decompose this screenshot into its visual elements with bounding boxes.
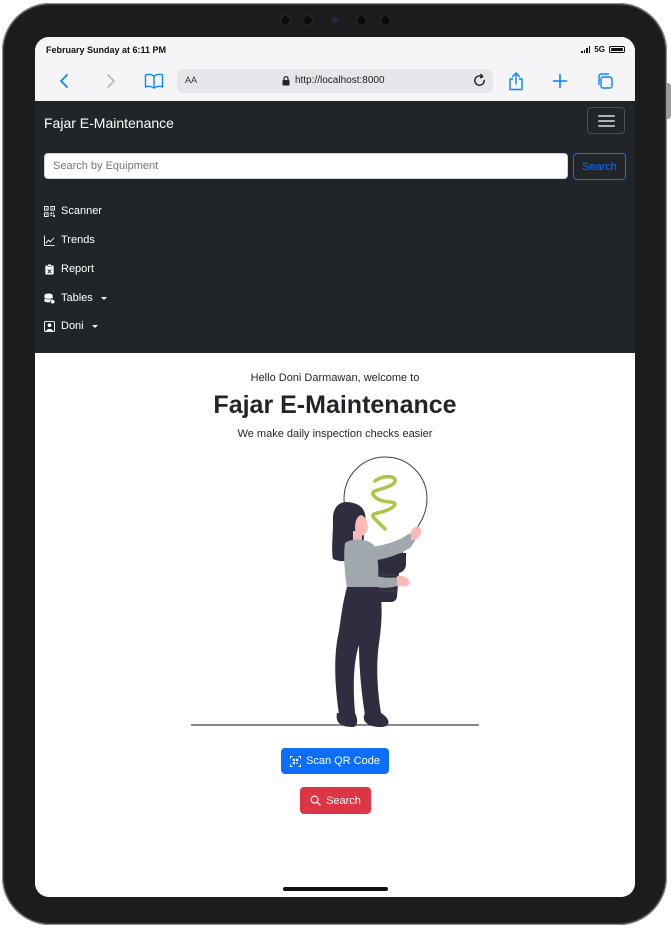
sensor-dot — [280, 15, 291, 26]
sensor-dot — [356, 15, 367, 26]
sensor-dot — [380, 15, 391, 26]
scan-qr-code-button[interactable]: Scan QR Code — [281, 748, 389, 774]
caret-down-icon — [100, 297, 107, 300]
reader-mode-button[interactable]: AA — [185, 75, 197, 85]
navbar-brand[interactable]: Fajar E-Maintenance — [44, 115, 174, 131]
button-label: Scan QR Code — [306, 755, 380, 767]
database-icon — [44, 292, 55, 304]
status-indicators: 5G — [581, 45, 625, 54]
graph-icon — [44, 234, 55, 246]
tabs-icon — [598, 73, 613, 89]
button-label: Search — [326, 794, 361, 807]
nav-item-user[interactable]: Doni — [44, 320, 98, 332]
qr-scan-icon — [290, 755, 301, 767]
chevron-left-icon — [60, 74, 68, 88]
browser-toolbar: AA http://localhost:8000 — [35, 63, 635, 102]
back-button[interactable] — [54, 70, 76, 92]
nav-item-label: Trends — [61, 234, 95, 246]
lock-icon — [282, 76, 290, 86]
chevron-right-icon — [107, 74, 115, 88]
nav-item-label: Doni — [61, 320, 84, 332]
woman-holding-lightbulb-illustration — [191, 456, 479, 727]
navbar-search-button[interactable]: Search — [573, 153, 626, 180]
new-tab-button[interactable] — [549, 70, 571, 92]
signal-icon — [581, 46, 591, 53]
battery-icon — [609, 46, 625, 53]
nav-item-label: Scanner — [61, 205, 102, 217]
network-label: 5G — [594, 45, 605, 54]
equipment-search-input[interactable] — [44, 153, 568, 179]
home-indicator — [283, 887, 388, 891]
camera-lens — [302, 15, 313, 26]
bookmarks-button[interactable] — [143, 70, 165, 92]
page-title: Fajar E-Maintenance — [213, 391, 457, 419]
volume-button — [667, 83, 671, 119]
camera-indicator — [332, 17, 338, 23]
nav-item-tables[interactable]: Tables — [44, 292, 107, 304]
status-time: February Sunday at 6:11 PM — [46, 45, 167, 55]
camera-bar — [278, 13, 398, 27]
clipboard-icon — [45, 263, 54, 275]
nav-item-report[interactable]: Report — [44, 263, 94, 275]
nav-item-scanner[interactable]: Scanner — [44, 205, 102, 217]
nav-item-label: Tables — [61, 292, 93, 304]
tabs-button[interactable] — [594, 70, 616, 92]
person-icon — [44, 320, 55, 332]
reload-icon — [474, 73, 485, 86]
screen: February Sunday at 6:11 PM 5G AA http://… — [35, 37, 635, 897]
url-text: http://localhost:8000 — [295, 75, 385, 86]
share-icon — [509, 71, 523, 90]
search-button[interactable]: Search — [300, 787, 371, 814]
share-button[interactable] — [505, 70, 527, 92]
welcome-greeting: Hello Doni Darmawan, welcome to — [250, 372, 420, 384]
book-icon — [144, 73, 164, 89]
page-subtitle: We make daily inspection checks easier — [237, 428, 433, 440]
status-bar: February Sunday at 6:11 PM 5G — [35, 37, 635, 63]
navbar-toggler[interactable] — [587, 107, 625, 134]
search-icon — [310, 795, 321, 806]
plus-icon — [552, 73, 568, 89]
nav-item-trends[interactable]: Trends — [44, 234, 95, 246]
tablet-frame: February Sunday at 6:11 PM 5G AA http://… — [2, 3, 671, 925]
address-bar[interactable]: AA http://localhost:8000 — [177, 69, 493, 93]
main-content: Hello Doni Darmawan, welcome to Fajar E-… — [35, 353, 635, 897]
navbar: Fajar E-Maintenance Search Scanner Trend… — [35, 101, 635, 353]
forward-button[interactable] — [99, 70, 121, 92]
qr-code-icon — [44, 205, 55, 217]
nav-item-label: Report — [61, 263, 95, 275]
caret-down-icon — [91, 325, 98, 328]
